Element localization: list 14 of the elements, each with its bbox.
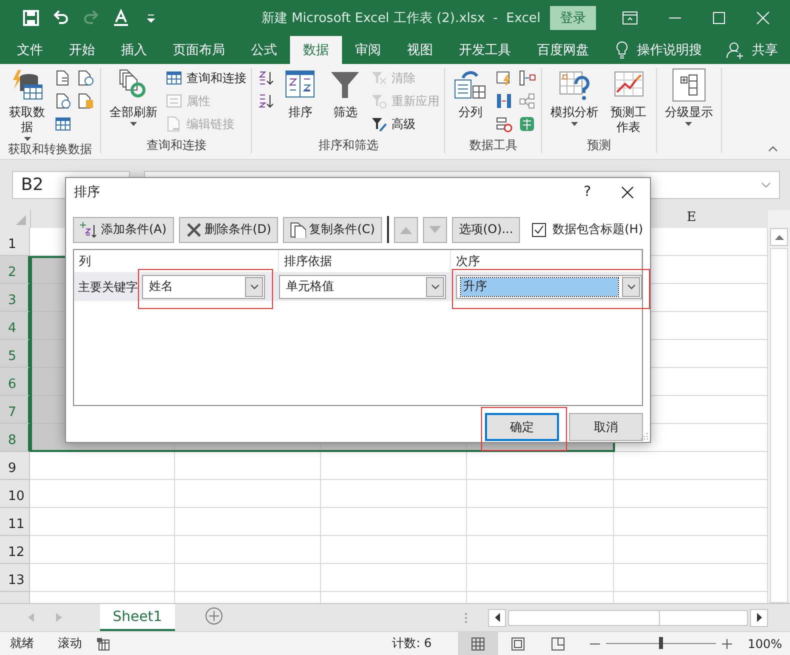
count-text: 计数: 6 (392, 635, 432, 652)
column-header: 列 (79, 252, 91, 270)
group-label: 查询和连接 (145, 137, 208, 153)
window-title: 新建 Microsoft Excel 工作表 (2).xlsx - Excel (260, 10, 542, 27)
column-header: 排序依据 (284, 252, 332, 270)
group-label: 获取和转换数据 (7, 141, 94, 157)
dialog-title: 排序 (74, 184, 101, 201)
status-text: 滚动 (57, 635, 82, 652)
row-label: 主要关键字 (77, 278, 139, 296)
status-text: 就绪 (9, 635, 34, 652)
column-header: 次序 (456, 252, 480, 270)
group-label: 数据工具 (468, 137, 518, 153)
group-label: 预测 (586, 137, 612, 153)
group-label: 排序和筛选 (317, 137, 380, 153)
